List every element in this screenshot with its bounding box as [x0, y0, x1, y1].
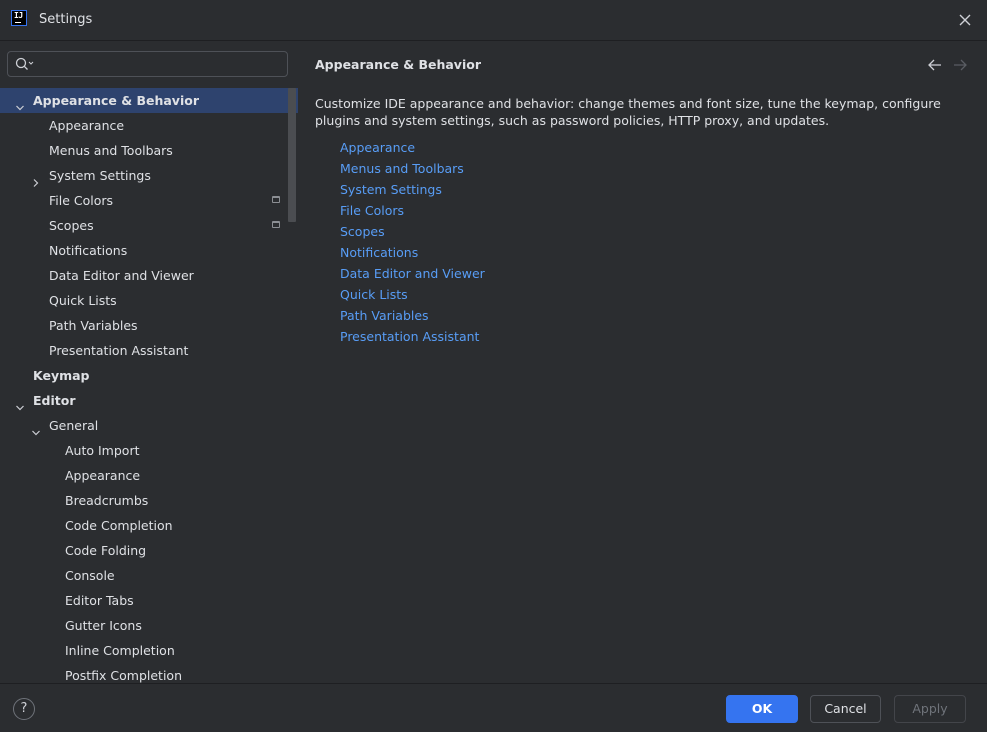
subsection-link[interactable]: Presentation Assistant — [340, 328, 485, 349]
page-title: Appearance & Behavior — [315, 57, 481, 72]
project-level-icon — [272, 221, 280, 228]
tree-item-label: Keymap — [33, 368, 90, 383]
tree-scrollbar[interactable] — [288, 88, 296, 222]
tree-item[interactable]: Gutter Icons — [0, 613, 298, 638]
search-input[interactable] — [7, 51, 288, 77]
arrow-right-icon — [952, 57, 968, 73]
tree-item-label: File Colors — [49, 193, 114, 208]
tree-item[interactable]: Console — [0, 563, 298, 588]
tree-item-label: Breadcrumbs — [65, 493, 149, 508]
subsection-link[interactable]: Data Editor and Viewer — [340, 265, 485, 286]
subsection-links: Appearance Menus and Toolbars System Setti… — [340, 139, 485, 349]
chevron-down-icon[interactable] — [15, 96, 25, 111]
tree-item[interactable]: Notifications — [0, 238, 298, 263]
settings-content: Appearance & Behavior Customize IDE appe… — [299, 41, 987, 683]
tree-item[interactable]: Presentation Assistant — [0, 338, 298, 363]
tree-item-label: Appearance — [65, 468, 141, 483]
tree-item-label: System Settings — [49, 168, 151, 183]
tree-item-label: Path Variables — [49, 318, 138, 333]
tree-item[interactable]: Path Variables — [0, 313, 298, 338]
cancel-button[interactable]: Cancel — [810, 695, 881, 723]
tree-item[interactable]: Appearance — [0, 463, 298, 488]
tree-item-label: Inline Completion — [65, 643, 175, 658]
tree-item-label: Scopes — [49, 218, 94, 233]
chevron-down-icon[interactable] — [15, 396, 25, 411]
dialog-footer: ? OK Cancel Apply — [0, 683, 987, 732]
tree-item[interactable]: Breadcrumbs — [0, 488, 298, 513]
window-title: Settings — [39, 12, 93, 27]
tree-item-label: General — [49, 418, 99, 433]
tree-item[interactable]: Appearance — [0, 113, 298, 138]
tree-item[interactable]: Menus and Toolbars — [0, 138, 298, 163]
subsection-link[interactable]: Appearance — [340, 139, 485, 160]
subsection-link[interactable]: Quick Lists — [340, 286, 485, 307]
tree-item-label: Presentation Assistant — [49, 343, 189, 358]
subsection-link[interactable]: Path Variables — [340, 307, 485, 328]
tree-item-label: Data Editor and Viewer — [49, 268, 194, 283]
tree-item-label: Appearance & Behavior — [33, 93, 199, 108]
ok-button[interactable]: OK — [726, 695, 798, 723]
tree-item-label: Code Completion — [65, 518, 173, 533]
help-icon[interactable]: ? — [13, 698, 35, 720]
tree-item[interactable]: System Settings — [0, 163, 298, 188]
tree-item[interactable]: Keymap — [0, 363, 298, 388]
tree-item-label: Gutter Icons — [65, 618, 142, 633]
tree-item[interactable]: Quick Lists — [0, 288, 298, 313]
close-icon[interactable] — [955, 10, 975, 30]
tree-item[interactable]: Inline Completion — [0, 638, 298, 663]
tree-item-label: Quick Lists — [49, 293, 117, 308]
apply-button[interactable]: Apply — [894, 695, 966, 723]
tree-item-label: Menus and Toolbars — [49, 143, 173, 158]
settings-sidebar: Appearance & Behavior Appearance Menus and… — [0, 41, 298, 683]
tree-item[interactable]: Code Completion — [0, 513, 298, 538]
search-icon — [15, 57, 35, 74]
tree-item[interactable]: Scopes — [0, 213, 298, 238]
tree-item-label: Editor Tabs — [65, 593, 134, 608]
tree-item-label: Code Folding — [65, 543, 147, 558]
tree-item-label: Editor — [33, 393, 76, 408]
tree-item-label: Notifications — [49, 243, 128, 258]
tree-item[interactable]: Appearance & Behavior — [0, 88, 298, 113]
subsection-link[interactable]: System Settings — [340, 181, 485, 202]
subsection-link[interactable]: Scopes — [340, 223, 485, 244]
chevron-down-icon[interactable] — [31, 421, 41, 436]
settings-tree: Appearance & Behavior Appearance Menus and… — [0, 88, 298, 688]
tree-item[interactable]: Code Folding — [0, 538, 298, 563]
tree-item-label: Auto Import — [65, 443, 140, 458]
tree-item-label: Console — [65, 568, 115, 583]
tree-item[interactable]: File Colors — [0, 188, 298, 213]
tree-item-label: Appearance — [49, 118, 125, 133]
chevron-right-icon[interactable] — [31, 171, 41, 187]
subsection-link[interactable]: Notifications — [340, 244, 485, 265]
tree-item[interactable]: Editor Tabs — [0, 588, 298, 613]
title-bar: IJ Settings — [0, 0, 987, 41]
subsection-link[interactable]: File Colors — [340, 202, 485, 223]
subsection-link[interactable]: Menus and Toolbars — [340, 160, 485, 181]
tree-item[interactable]: General — [0, 413, 298, 438]
tree-item[interactable]: Editor — [0, 388, 298, 413]
page-description: Customize IDE appearance and behavior: c… — [315, 96, 941, 128]
project-level-icon — [272, 196, 280, 203]
arrow-left-icon[interactable] — [927, 57, 943, 73]
app-logo-icon: IJ — [11, 10, 27, 26]
tree-item[interactable]: Data Editor and Viewer — [0, 263, 298, 288]
tree-item[interactable]: Auto Import — [0, 438, 298, 463]
